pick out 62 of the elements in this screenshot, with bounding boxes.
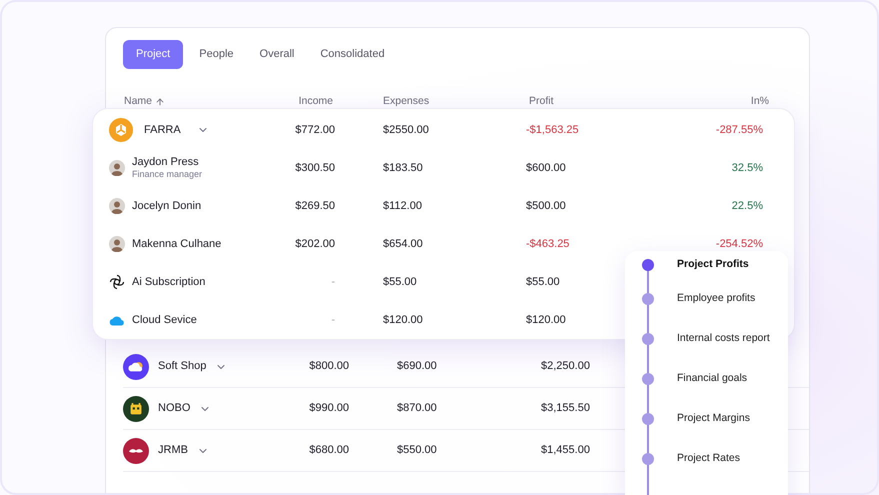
table-cell: $550.00 [397,444,437,456]
table-cell: $120.00 [526,314,566,326]
table-cell: $800.00 [309,360,349,372]
column-header: In% [750,95,769,108]
table-cell: $3,155.50 [541,402,590,414]
menu-item[interactable]: Project Rates [677,451,740,467]
tab[interactable]: Project [123,40,184,69]
column-header[interactable]: Name [124,94,152,110]
table-cell: $870.00 [397,402,437,414]
group-name: FARRA [144,122,181,138]
table-cell: $500.00 [526,200,566,212]
table-cell: $990.00 [309,402,349,414]
avatar-icon [109,198,125,214]
table-cell: $680.00 [309,444,349,456]
table-cell: $2,250.00 [541,360,590,372]
table-cell: $112.00 [383,200,422,212]
table-cell: 32.5% [732,162,763,174]
group-name: NOBO [158,401,190,416]
menu-item[interactable]: Internal costs report [677,331,770,347]
table-cell: $2550.00 [383,124,429,136]
menu-item[interactable]: Financial goals [677,371,748,387]
tab[interactable]: Overall [250,40,304,69]
column-header: Income [298,95,333,108]
table-cell: $300.50 [295,162,335,174]
table-cell: $269.50 [295,200,335,212]
table-cell: $690.00 [397,360,437,372]
knot-icon [109,274,125,290]
table-cell: $1,455.00 [541,444,590,456]
member-name: Ai Subscription [132,276,206,288]
member-name: Jocelyn Donin [132,200,202,212]
menu-item[interactable]: Employee profits [677,291,756,307]
table-cell: $183.50 [383,162,423,174]
menu-item[interactable]: Project Margins [677,411,750,427]
table-cell: - [331,314,335,326]
table-cell: -$1,563.25 [526,124,579,136]
table-cell: $55.00 [526,276,560,288]
member-name: Makenna Culhane [132,238,222,250]
tab[interactable]: People [189,40,244,69]
tab[interactable]: Consolidated [310,40,395,69]
table-cell: -$463.25 [526,238,570,250]
group-name: Soft Shop [158,359,206,374]
member-role: Finance manager [132,168,202,180]
table-cell: $772.00 [295,124,335,136]
member-name: Jaydon Press [132,156,200,168]
table-cell: 22.5% [732,200,763,212]
table-cell: $654.00 [383,238,423,250]
table-cell: $120.00 [383,314,423,326]
cloud-icon [109,314,125,326]
table-cell: $55.00 [383,276,417,288]
table-cell: - [331,276,335,288]
avatar-icon [109,160,125,176]
sort-arrow-icon [155,97,166,107]
avatar-icon [109,236,125,252]
column-header: Expenses [383,95,430,108]
table-cell: $202.00 [295,238,335,250]
column-header: Profit [529,95,554,108]
table-cell: -254.52% [716,238,763,250]
table-cell: $600.00 [526,162,566,174]
menu-item[interactable]: Project Profits [677,257,749,273]
group-name: JRMB [158,443,188,458]
member-name: Cloud Sevice [132,314,197,326]
table-cell: -287.55% [716,124,763,136]
